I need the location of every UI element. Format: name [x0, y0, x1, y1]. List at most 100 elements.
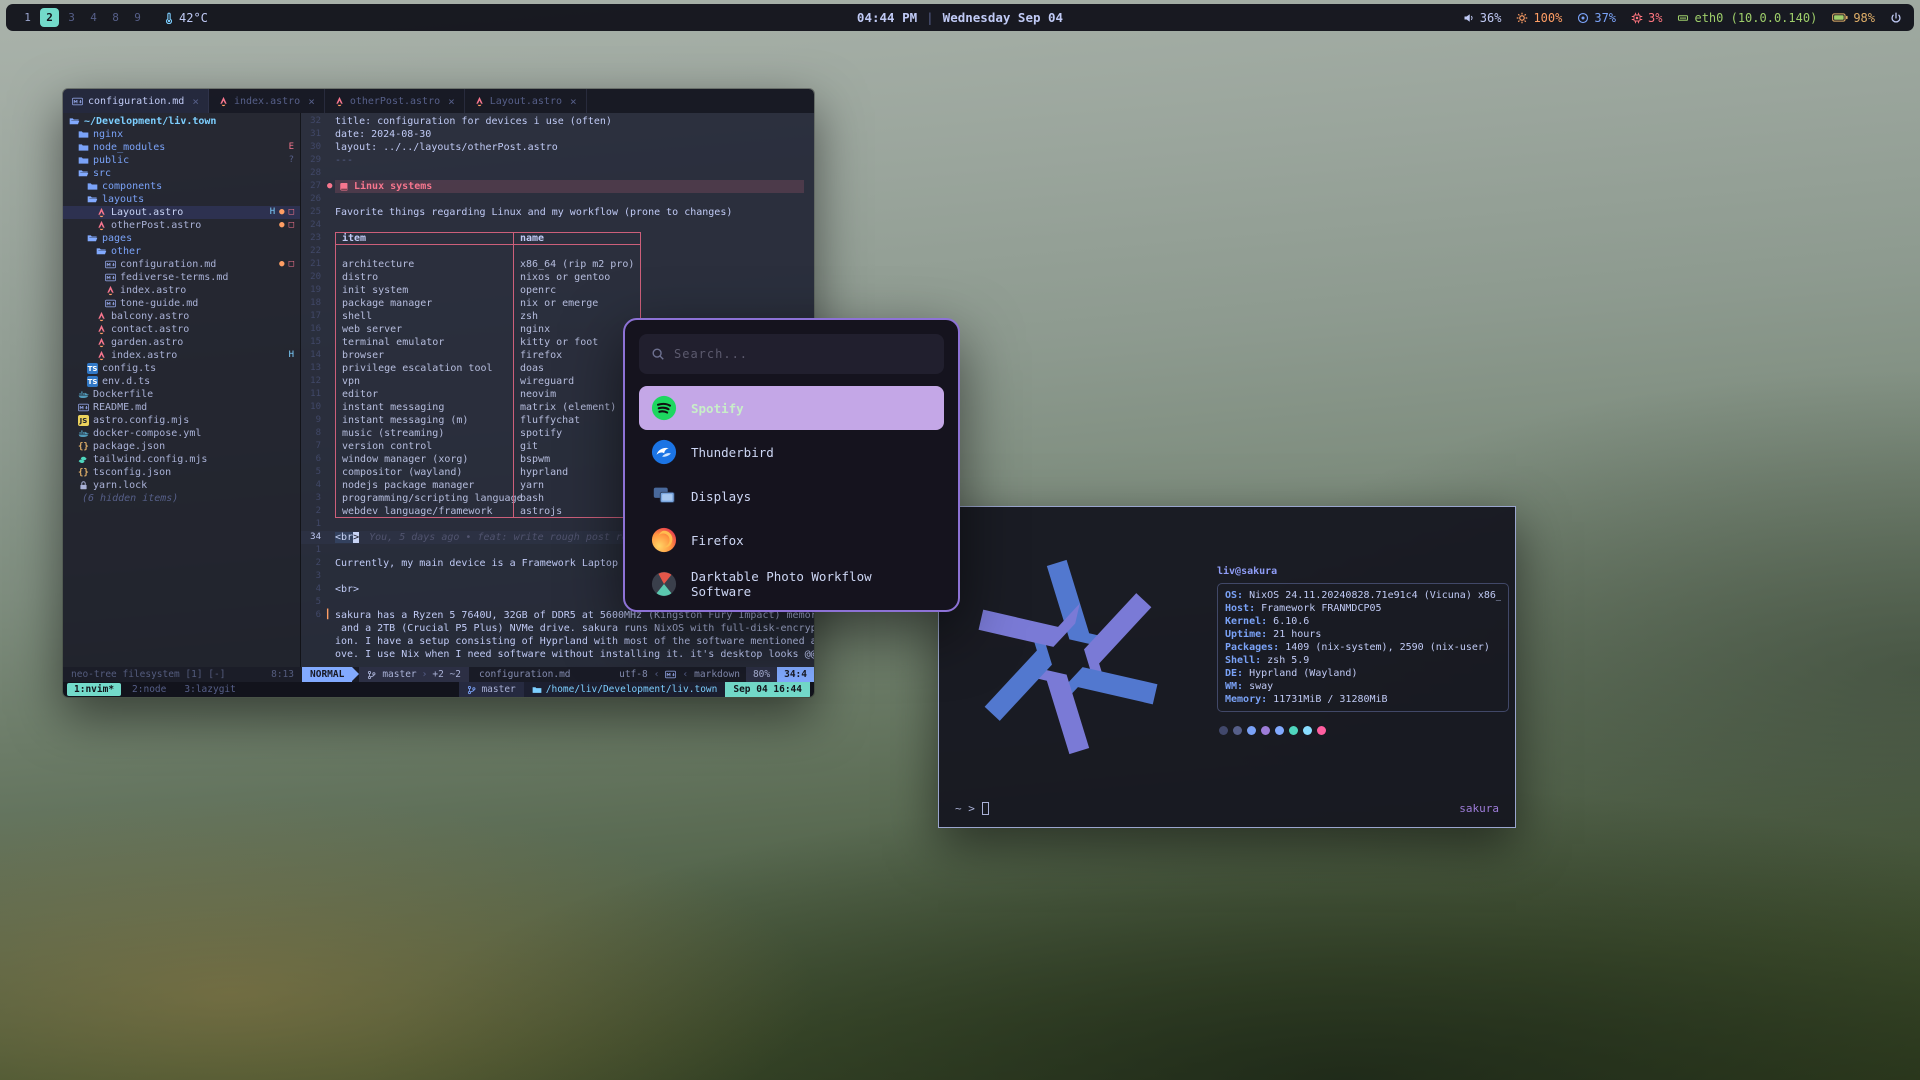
palette-dot [1219, 726, 1228, 735]
module-disk-value: 37% [1594, 11, 1616, 25]
tree-item[interactable]: public? [63, 154, 300, 167]
launcher-item-2[interactable]: Displays [639, 474, 944, 518]
line-number: 8 [301, 427, 327, 440]
workspace-9[interactable]: 9 [128, 8, 147, 27]
speaker-icon [1463, 12, 1475, 24]
astro-icon [96, 337, 107, 348]
markdown-icon [665, 669, 676, 680]
markdown-icon [78, 402, 89, 413]
fetch-terminal[interactable]: liv@sakura OS: NixOS 24.11.20240828.71e9… [938, 506, 1516, 828]
launcher-item-0[interactable]: Spotify [639, 386, 944, 430]
search-input[interactable] [674, 347, 932, 361]
editor-line: 27●Linux systems [301, 180, 814, 193]
workspace-2[interactable]: 2 [40, 8, 59, 27]
tree-item[interactable]: (6 hidden items) [63, 492, 300, 505]
sysinfo-row: Uptime: 21 hours [1225, 628, 1501, 641]
launcher-item-3[interactable]: Firefox [639, 518, 944, 562]
tree-item[interactable]: JSastro.config.mjs [63, 414, 300, 427]
tmux-window-3:lazygit[interactable]: 3:lazygit [177, 683, 242, 696]
tmux-window-2:node[interactable]: 2:node [125, 683, 173, 696]
tmux-window-1:nvim*[interactable]: 1:nvim* [67, 683, 121, 696]
close-icon[interactable]: × [448, 95, 455, 108]
tree-item-label: otherPost.astro [111, 219, 201, 232]
module-cpu[interactable]: 3% [1631, 11, 1662, 25]
tab-configuration.md[interactable]: configuration.md× [63, 89, 209, 113]
tree-item[interactable]: TSenv.d.ts [63, 375, 300, 388]
tree-item[interactable]: docker-compose.yml [63, 427, 300, 440]
workspace-8[interactable]: 8 [106, 8, 125, 27]
sysinfo-value: 21 hours [1273, 628, 1321, 641]
cursor-position: 34:4 [777, 667, 814, 682]
tree-item[interactable]: pages [63, 232, 300, 245]
tab-otherPost.astro[interactable]: otherPost.astro× [325, 89, 465, 113]
sign-column: ● [327, 180, 335, 193]
editor-line: 31date: 2024-08-30 [301, 128, 814, 141]
temperature-value: 42°C [179, 11, 208, 25]
tree-item[interactable]: TSconfig.ts [63, 362, 300, 375]
tree-item[interactable]: Dockerfile [63, 388, 300, 401]
close-icon[interactable]: × [308, 95, 315, 108]
astro-icon [96, 311, 107, 322]
tab-label: Layout.astro [490, 95, 562, 108]
tree-item[interactable]: Layout.astroH●□ [63, 206, 300, 219]
tree-item[interactable]: balcony.astro [63, 310, 300, 323]
neotree-status-position: 8:13 [271, 668, 294, 681]
file-tree[interactable]: ~/Development/liv.townnginxnode_modulesE… [63, 113, 301, 667]
tree-item[interactable]: src [63, 167, 300, 180]
tree-item[interactable]: {}package.json [63, 440, 300, 453]
launcher-item-1[interactable]: Thunderbird [639, 430, 944, 474]
folder-icon [532, 685, 542, 695]
clock[interactable]: 04:44 PM | Wednesday Sep 04 [857, 10, 1063, 25]
tree-item[interactable]: fediverse-terms.md [63, 271, 300, 284]
tree-item[interactable]: nginx [63, 128, 300, 141]
tree-item[interactable]: tone-guide.md [63, 297, 300, 310]
close-icon[interactable]: × [570, 95, 577, 108]
tree-item[interactable]: tailwind.config.mjs [63, 453, 300, 466]
ts-icon: TS [87, 363, 98, 374]
launcher-item-label: Firefox [691, 533, 744, 548]
launcher-item-4[interactable]: Darktable Photo Workflow Software [639, 562, 944, 606]
close-icon[interactable]: × [192, 95, 199, 108]
line-number: 13 [301, 362, 327, 375]
tree-item[interactable]: {}tsconfig.json [63, 466, 300, 479]
disk-icon [1577, 12, 1589, 24]
buffer-text: Currently, my main device is a Framework… [335, 557, 636, 570]
module-disk[interactable]: 37% [1577, 11, 1616, 25]
module-network[interactable]: eth0 (10.0.0.140) [1677, 11, 1817, 25]
tree-item-label: docker-compose.yml [93, 427, 201, 440]
tree-item[interactable]: layouts [63, 193, 300, 206]
workspace-1[interactable]: 1 [18, 8, 37, 27]
editor-line: 29--- [301, 154, 814, 167]
tree-item[interactable]: index.astro [63, 284, 300, 297]
module-power[interactable] [1890, 12, 1902, 24]
clock-separator: | [926, 10, 934, 25]
tree-item[interactable]: otherPost.astro●□ [63, 219, 300, 232]
tree-item[interactable]: index.astroH [63, 349, 300, 362]
git-status-badge: ? [289, 154, 294, 167]
tab-index.astro[interactable]: index.astro× [209, 89, 325, 113]
table-cell-item: nodejs package manager [335, 479, 513, 492]
table-cell-name: spotify [513, 427, 641, 440]
tree-item[interactable]: other [63, 245, 300, 258]
module-battery[interactable]: 98% [1832, 11, 1875, 25]
line-number: 4 [301, 479, 327, 492]
git-branch-icon [367, 670, 377, 680]
tree-item[interactable]: configuration.md●□ [63, 258, 300, 271]
module-brightness[interactable]: 100% [1516, 11, 1562, 25]
module-volume[interactable]: 36% [1463, 11, 1502, 25]
tree-item[interactable]: components [63, 180, 300, 193]
tree-root[interactable]: ~/Development/liv.town [63, 115, 300, 128]
tree-item[interactable]: garden.astro [63, 336, 300, 349]
line-number: 11 [301, 388, 327, 401]
tree-item-label: Layout.astro [111, 206, 183, 219]
editor-line: and a 2TB (Crucial P5 Plus) NVMe drive. … [301, 622, 814, 635]
launcher-search[interactable] [639, 334, 944, 374]
tree-item[interactable]: yarn.lock [63, 479, 300, 492]
tree-item[interactable]: README.md [63, 401, 300, 414]
workspace-3[interactable]: 3 [62, 8, 81, 27]
tab-Layout.astro[interactable]: Layout.astro × [465, 89, 587, 113]
workspace-4[interactable]: 4 [84, 8, 103, 27]
tree-item[interactable]: node_modulesE [63, 141, 300, 154]
buffer-text: date: 2024-08-30 [335, 128, 431, 141]
tree-item[interactable]: contact.astro [63, 323, 300, 336]
